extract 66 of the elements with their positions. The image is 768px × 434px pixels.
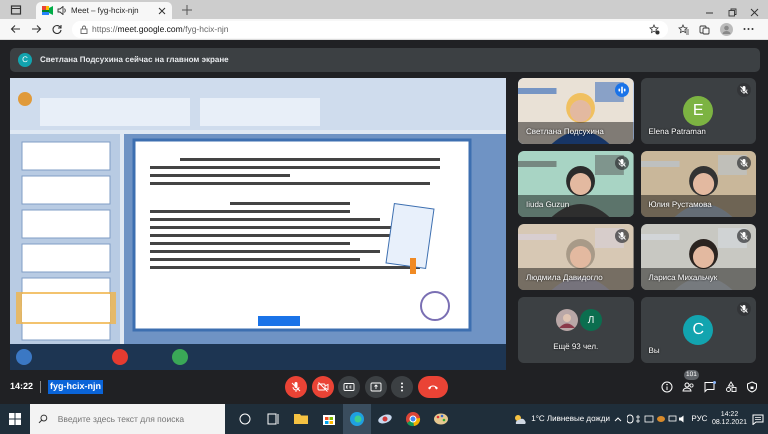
participant-name: Вы [648, 345, 660, 357]
more-icon[interactable] [743, 27, 754, 31]
participant-name: Юлия Рустамова [648, 199, 712, 211]
participant-name: Iiuda Guzun [526, 199, 570, 211]
camera-off-icon [316, 381, 329, 393]
url-text: https://meet.google.com/fyg-hcix-njn [92, 22, 229, 36]
chat-icon[interactable] [704, 381, 716, 393]
hang-up-button[interactable] [418, 376, 448, 398]
avatar: E [683, 96, 714, 126]
search-field[interactable]: Введите здесь текст для поиска [56, 412, 217, 426]
weather-text: 1°C Ливневые дожди [531, 413, 610, 425]
notifications-icon[interactable] [752, 414, 764, 424]
tab-actions-icon[interactable] [10, 4, 22, 16]
browser-tab[interactable]: Meet – fyg-hcix-njn [36, 2, 172, 19]
participant-tile[interactable]: Лариса Михальчук [640, 224, 756, 290]
back-icon[interactable] [10, 24, 21, 34]
close-icon[interactable] [750, 8, 759, 17]
info-icon[interactable] [661, 381, 673, 393]
participant-tile[interactable]: Iiuda Guzun [518, 151, 634, 217]
people-icon[interactable] [682, 381, 695, 393]
more-options-button[interactable] [391, 376, 414, 398]
close-icon[interactable] [158, 6, 166, 14]
activities-icon[interactable] [725, 381, 737, 393]
host-controls-icon[interactable] [746, 381, 758, 393]
banner-text: Светлана Подсухина сейчас на главном экране [40, 54, 229, 66]
participant-tile[interactable]: Л Ещё 93 чел. [518, 297, 634, 363]
collections-icon[interactable] [699, 24, 710, 34]
participant-count: Ещё 93 чел. [552, 341, 600, 353]
participant-tile[interactable]: E Elena Patraman [640, 78, 756, 144]
tab-title: Meet – fyg-hcix-njn [71, 4, 140, 16]
participant-tile[interactable]: Юлия Рустамова [640, 151, 756, 217]
forward-icon[interactable] [31, 24, 42, 34]
weather-icon [512, 414, 527, 424]
reload-icon[interactable] [52, 24, 62, 34]
meet-logo-icon [42, 6, 53, 15]
new-tab-icon[interactable] [182, 5, 192, 15]
muted-microphone-icon [290, 381, 302, 393]
edge-icon[interactable] [343, 404, 371, 434]
search-box[interactable]: Введите здесь текст для поиска [30, 404, 225, 434]
avatar: Л [580, 309, 602, 331]
present-icon [370, 381, 382, 393]
participant-name: Лариса Михальчук [648, 272, 718, 284]
muted-microphone-button[interactable] [285, 376, 308, 398]
restore-icon[interactable] [728, 8, 736, 17]
favorite-add-icon[interactable] [649, 24, 660, 34]
participant-tile[interactable]: Людмила Давидогло [518, 224, 634, 290]
participant-tile[interactable]: С Вы [640, 297, 756, 363]
favorites-icon[interactable] [678, 24, 689, 34]
speaker-icon [57, 6, 67, 15]
speaking-icon [614, 83, 628, 97]
participant-name: Людмила Давидогло [526, 272, 603, 284]
address-field[interactable]: https://meet.google.com/fyg-hcix-njn [72, 20, 668, 38]
language-indicator[interactable]: РУС [691, 413, 708, 425]
captions-button[interactable] [338, 376, 360, 398]
chevron-up-icon[interactable] [614, 416, 622, 422]
meeting-code: fyg-hcix-njn [48, 380, 104, 394]
camera-off-button[interactable] [312, 376, 334, 398]
lock-icon [80, 24, 88, 34]
avatar: С [683, 315, 714, 345]
avatar: С [18, 53, 32, 67]
participant-name: Elena Patraman [648, 126, 706, 138]
present-button[interactable] [364, 376, 387, 398]
profile-icon[interactable] [720, 22, 733, 36]
captions-icon [343, 381, 356, 393]
search-icon [38, 414, 48, 424]
meeting-time: 14:22 [10, 380, 34, 394]
